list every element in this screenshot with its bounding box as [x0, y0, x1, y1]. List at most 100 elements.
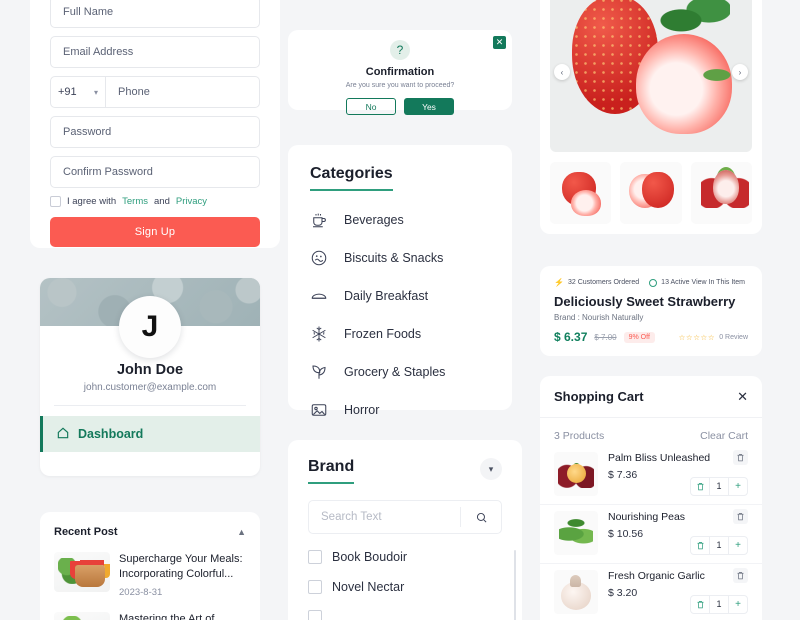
confirm-password-input[interactable]: Confirm Password: [50, 156, 260, 188]
cart-item-body: Nourishing Peas $ 10.56: [608, 511, 685, 555]
brand-option-novel-nectar[interactable]: Novel Nectar: [308, 580, 502, 594]
close-icon[interactable]: ✕: [493, 36, 506, 49]
cart-title: Shopping Cart: [554, 389, 644, 404]
category-label: Biscuits & Snacks: [344, 251, 444, 265]
close-icon[interactable]: ✕: [737, 389, 748, 405]
post-thumbnail: [54, 552, 110, 592]
product-meta: ⚡ 32 Customers Ordered 13 Active View In…: [554, 278, 748, 287]
bolt-icon: ⚡: [554, 278, 564, 287]
full-name-input[interactable]: Full Name: [50, 0, 260, 28]
signup-form-card: Full Name Email Address +91 ▾ Phone Pass…: [30, 0, 280, 248]
yes-button[interactable]: Yes: [404, 98, 454, 115]
brand-label: Novel Nectar: [332, 580, 405, 594]
discount-badge: 9% Off: [623, 331, 655, 343]
cart-item-image: [554, 452, 598, 496]
thumbnail-1[interactable]: [550, 162, 612, 224]
country-code-select[interactable]: +91 ▾: [50, 76, 106, 108]
brand-checkbox[interactable]: [308, 610, 322, 620]
quantity-stepper[interactable]: 1 +: [690, 595, 748, 614]
image-icon: [310, 401, 328, 419]
thumbnail-3[interactable]: [690, 162, 752, 224]
category-item-frozen-foods[interactable]: Frozen Foods: [310, 325, 490, 343]
strawberry-leaf: [660, 0, 730, 38]
phone-input[interactable]: Phone: [106, 76, 260, 108]
category-item-daily-breakfast[interactable]: Daily Breakfast: [310, 287, 490, 305]
brand-search-box[interactable]: Search Text: [308, 500, 502, 534]
cart-item-image: [554, 570, 598, 614]
product-info-card: ⚡ 32 Customers Ordered 13 Active View In…: [540, 266, 762, 356]
product-rating: ☆☆☆☆☆ 0 Review: [679, 333, 748, 342]
quantity-stepper[interactable]: 1 +: [690, 536, 748, 555]
category-item-beverages[interactable]: Beverages: [310, 211, 490, 229]
product-title: Deliciously Sweet Strawberry: [554, 294, 736, 309]
terms-prefix: I agree with: [67, 196, 117, 207]
post-thumbnail: [54, 611, 110, 620]
brand-checkbox[interactable]: [308, 580, 322, 594]
category-label: Daily Breakfast: [344, 289, 429, 303]
chevron-down-icon[interactable]: ▾: [480, 458, 502, 480]
list-item[interactable]: Mastering the Art of Efficient Grocery..…: [54, 611, 246, 620]
brand-option-book-boudoir[interactable]: Book Boudoir: [308, 550, 502, 564]
divider: [54, 405, 246, 406]
brand-option-partial[interactable]: [308, 610, 502, 620]
avatar: J: [119, 296, 181, 358]
scrollbar[interactable]: [514, 550, 516, 620]
cup-icon: [310, 211, 328, 229]
profile-name: John Doe: [116, 362, 184, 378]
remove-item-icon[interactable]: [733, 509, 748, 524]
quantity-stepper[interactable]: 1 +: [690, 477, 748, 496]
cart-header: Shopping Cart ✕: [540, 376, 762, 418]
remove-item-icon[interactable]: [733, 568, 748, 583]
category-item-biscuits-snacks[interactable]: Biscuits & Snacks: [310, 249, 490, 267]
quantity-value: 1: [709, 537, 729, 554]
chevron-up-icon[interactable]: ▲: [237, 527, 246, 537]
leaf-icon: [310, 363, 328, 381]
terms-link[interactable]: Terms: [122, 196, 148, 207]
recent-post-header[interactable]: Recent Post ▲: [54, 526, 246, 538]
carousel-prev-icon[interactable]: ‹: [554, 64, 570, 80]
decrease-quantity-icon[interactable]: [691, 541, 709, 550]
password-input[interactable]: Password: [50, 116, 260, 148]
email-input[interactable]: Email Address: [50, 36, 260, 68]
carousel-next-icon[interactable]: ›: [732, 64, 748, 80]
snowflake-icon: [310, 325, 328, 343]
post-body: Supercharge Your Meals: Incorporating Co…: [119, 552, 246, 598]
terms-checkbox[interactable]: [50, 196, 61, 207]
category-label: Beverages: [344, 213, 404, 227]
brand-search-input[interactable]: Search Text: [309, 511, 460, 523]
brand-checkbox[interactable]: [308, 550, 322, 564]
search-icon[interactable]: [461, 511, 501, 524]
clear-cart-button[interactable]: Clear Cart: [700, 430, 748, 442]
phone-row: +91 ▾ Phone: [50, 76, 260, 108]
cart-item-image: [554, 511, 598, 555]
home-icon: [56, 426, 70, 443]
increase-quantity-icon[interactable]: +: [729, 540, 747, 551]
post-title: Supercharge Your Meals: Incorporating Co…: [119, 553, 243, 580]
product-gallery-card: ‹ ›: [540, 0, 762, 234]
cart-item: Fresh Organic Garlic $ 3.20 1 +: [540, 564, 762, 620]
confirmation-title: Confirmation: [365, 66, 435, 78]
cart-subheader: 3 Products Clear Cart: [540, 418, 762, 446]
category-item-grocery-staples[interactable]: Grocery & Staples: [310, 363, 490, 381]
sidebar-item-dashboard[interactable]: Dashboard: [40, 416, 260, 452]
category-item-horror[interactable]: Horror: [310, 401, 490, 419]
list-item[interactable]: Supercharge Your Meals: Incorporating Co…: [54, 552, 246, 598]
question-mark-icon: ?: [390, 40, 410, 60]
brand-label: Book Boudoir: [332, 550, 408, 564]
privacy-link[interactable]: Privacy: [176, 196, 207, 207]
signup-button[interactable]: Sign Up: [50, 217, 260, 247]
decrease-quantity-icon[interactable]: [691, 600, 709, 609]
categories-title: Categories: [310, 165, 393, 191]
increase-quantity-icon[interactable]: +: [729, 599, 747, 610]
decrease-quantity-icon[interactable]: [691, 482, 709, 491]
category-label: Horror: [344, 403, 380, 417]
no-button[interactable]: No: [346, 98, 396, 115]
price-row: $ 6.37 $ 7.00 9% Off ☆☆☆☆☆ 0 Review: [554, 330, 748, 344]
post-date: 2023-8-31: [119, 586, 163, 598]
remove-item-icon[interactable]: [733, 450, 748, 465]
country-code-value: +91: [58, 86, 77, 98]
thumbnail-2[interactable]: [620, 162, 682, 224]
quantity-value: 1: [709, 596, 729, 613]
increase-quantity-icon[interactable]: +: [729, 481, 747, 492]
categories-card: Categories Beverages Biscuits & Snacks D…: [288, 145, 512, 417]
